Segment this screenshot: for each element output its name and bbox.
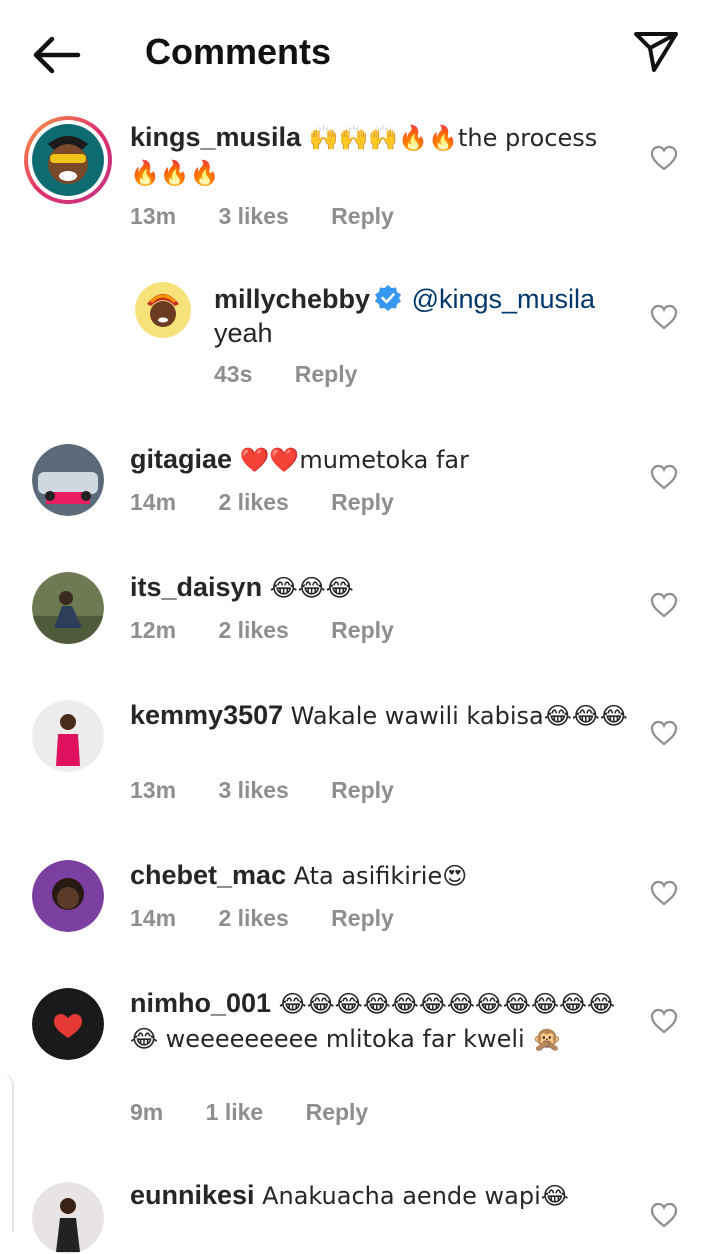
comment-meta: 9m 1 like Reply <box>130 1098 404 1126</box>
header-bar: Comments <box>0 0 720 104</box>
comment-time: 9m <box>130 1099 164 1125</box>
comment-time: 14m <box>130 905 177 931</box>
comment-message: Anakuacha aende wapi😂 <box>262 1182 569 1210</box>
comment-text: chebet_mac Ata asifikirie😍 <box>130 858 630 893</box>
comment-message: Wakale wawili kabisa😂😂😂 <box>290 702 628 730</box>
reply-button[interactable]: Reply <box>295 361 358 387</box>
comment-text: eunnikesi Anakuacha aende wapi😂 <box>130 1178 630 1213</box>
comment-meta: 13m 3 likes Reply <box>130 202 430 230</box>
comment-meta: 43s Reply <box>214 360 393 388</box>
comment-time: 14m <box>130 489 177 515</box>
comment-likes[interactable]: 2 likes <box>218 617 288 643</box>
comment-time: 43s <box>214 361 253 387</box>
comment-text: its_daisyn 😂😂😂 <box>130 570 630 605</box>
avatar[interactable] <box>24 116 112 204</box>
heart-icon[interactable] <box>650 880 678 906</box>
comment-username[interactable]: kemmy3507 <box>130 700 283 730</box>
comment-message: yeah <box>214 318 273 348</box>
avatar[interactable] <box>32 860 104 932</box>
comment-text: nimho_001 😂😂😂😂😂😂😂😂😂😂😂😂😂 weeeeeeeee mlito… <box>130 986 630 1056</box>
heart-icon[interactable] <box>650 592 678 618</box>
reply-button[interactable]: Reply <box>306 1099 369 1125</box>
comment-username[interactable]: millychebby <box>214 284 370 314</box>
reply-button[interactable]: Reply <box>331 489 394 515</box>
heart-icon[interactable] <box>650 1008 678 1034</box>
edge-panel-handle[interactable] <box>0 1072 14 1232</box>
comment-time: 12m <box>130 617 177 643</box>
avatar[interactable] <box>135 282 191 338</box>
arrow-left-icon[interactable] <box>30 34 82 76</box>
comment-message: Ata asifikirie😍 <box>293 862 468 890</box>
comment-likes[interactable]: 2 likes <box>218 489 288 515</box>
comment-likes[interactable]: 3 likes <box>218 203 288 229</box>
reply-button[interactable]: Reply <box>331 905 394 931</box>
avatar[interactable] <box>32 444 104 516</box>
reply-button[interactable]: Reply <box>331 777 394 803</box>
avatar[interactable] <box>32 572 104 644</box>
heart-icon[interactable] <box>650 145 678 171</box>
comment-text: millychebby @kings_musila yeah <box>214 282 634 350</box>
comment-message: ❤️❤️mumetoka far <box>239 446 469 474</box>
comment-meta: 14m 2 likes Reply <box>130 904 430 932</box>
mention-link[interactable]: @kings_musila <box>412 284 595 314</box>
comment-text: kemmy3507 Wakale wawili kabisa😂😂😂 <box>130 698 630 733</box>
comment-username[interactable]: gitagiae <box>130 444 232 474</box>
verified-badge-icon <box>375 285 402 311</box>
comment-username[interactable]: kings_musila <box>130 122 301 152</box>
comment-username[interactable]: chebet_mac <box>130 860 286 890</box>
heart-icon[interactable] <box>650 464 678 490</box>
comment-likes[interactable]: 1 like <box>206 1099 264 1125</box>
avatar[interactable] <box>32 700 104 772</box>
comment-likes[interactable]: 3 likes <box>218 777 288 803</box>
page-title: Comments <box>145 31 332 72</box>
reply-button[interactable]: Reply <box>331 617 394 643</box>
comment-message: 😂😂😂 <box>269 574 354 602</box>
comment-text: gitagiae ❤️❤️mumetoka far <box>130 442 630 477</box>
comment-meta: 14m 2 likes Reply <box>130 488 430 516</box>
comment-likes[interactable]: 2 likes <box>218 905 288 931</box>
reply-button[interactable]: Reply <box>331 203 394 229</box>
comment-time: 13m <box>130 777 177 803</box>
heart-icon[interactable] <box>650 304 678 330</box>
avatar[interactable] <box>32 988 104 1060</box>
comment-meta: 13m 3 likes Reply <box>130 776 430 804</box>
comment-username[interactable]: its_daisyn <box>130 572 262 602</box>
comment-meta: 12m 2 likes Reply <box>130 616 430 644</box>
paper-plane-icon[interactable] <box>630 28 682 74</box>
heart-icon[interactable] <box>650 1202 678 1228</box>
comment-username[interactable]: eunnikesi <box>130 1180 255 1210</box>
comment-username[interactable]: nimho_001 <box>130 988 271 1018</box>
comment-time: 13m <box>130 203 177 229</box>
avatar[interactable] <box>32 1182 104 1254</box>
comment-text: kings_musila 🙌🙌🙌🔥🔥the process 🔥🔥🔥 <box>130 120 630 190</box>
heart-icon[interactable] <box>650 720 678 746</box>
